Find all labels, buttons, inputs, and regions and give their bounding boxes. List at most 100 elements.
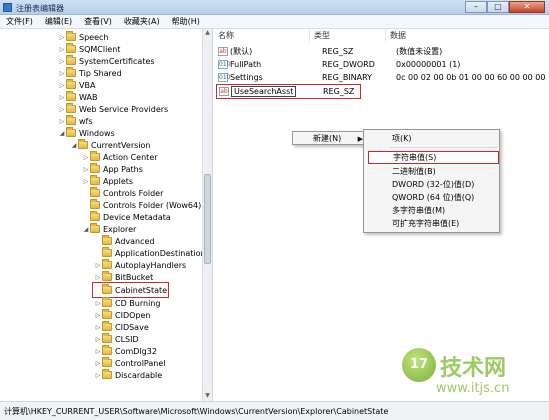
value-type-cell: REG_DWORD [322,59,375,69]
expand-arrow-icon[interactable]: ▷ [58,118,66,125]
context-menu: 新建(N) ▶ [292,131,370,145]
tree-item[interactable]: ▷ CD Burning [94,297,160,309]
minimize-button[interactable]: – [465,1,487,13]
tree-scrollbar[interactable]: ▲ ▼ [202,29,212,401]
submenu-item-multi-string-value[interactable]: 多字符串值(M) [392,205,445,217]
expand-arrow-icon[interactable]: ▷ [94,336,102,343]
expand-arrow-icon[interactable]: ▷ [94,312,102,319]
expand-arrow-icon[interactable]: ▷ [82,166,90,173]
menu-favorites[interactable]: 收藏夹(A) [118,15,166,28]
registry-tree[interactable]: ▷ Speech ▷ SQMClient ▷ SystemCertificates ▷… [0,29,213,401]
value-type-cell: REG_BINARY [322,72,373,82]
tree-item[interactable]: Device Metadata [82,211,171,223]
expand-arrow-icon[interactable]: ▷ [58,46,66,53]
tree-item-cabinetstate-selected[interactable]: CabinetState [91,282,170,298]
tree-item[interactable]: ▷ ControlPanel [94,357,166,369]
tree-item[interactable]: ▷ Tip Shared [58,67,122,79]
tree-item[interactable]: ◢ Explorer [82,223,136,235]
binary-value-icon: 010 [218,59,231,69]
tree-item[interactable]: ApplicationDestinations [94,247,210,259]
expand-arrow-icon[interactable]: ▷ [58,106,66,113]
scroll-down-icon[interactable]: ▼ [203,392,212,401]
value-row[interactable]: 010 Settings REG_BINARY 0c 00 02 00 0b 01… [214,71,549,83]
tree-item[interactable]: ▷ SQMClient [58,43,120,55]
submenu-item-qword-value[interactable]: QWORD (64 位)值(Q) [392,192,474,204]
watermark-text: 技术网 [440,356,507,381]
tree-item[interactable]: ▷ CLSID [94,333,139,345]
expand-arrow-icon[interactable]: ▷ [94,300,102,307]
expand-arrow-icon[interactable]: ▷ [82,154,90,161]
expand-arrow-icon[interactable]: ▷ [58,94,66,101]
maximize-button[interactable]: □ [487,1,509,13]
folder-open-icon [78,139,88,149]
new-value-row-highlighted[interactable]: ab UseSearchAsst REG_SZ [216,84,361,99]
expand-arrow-icon[interactable]: ▷ [94,360,102,367]
tree-item[interactable]: ▷ CIDOpen [94,309,150,321]
window-controls: – □ ✕ [465,1,545,14]
expand-arrow-icon[interactable]: ▷ [94,372,102,379]
tree-item[interactable]: ▷ wfs [58,115,93,127]
folder-icon [102,357,112,367]
expand-arrow-icon[interactable]: ▷ [82,178,90,185]
new-submenu: 项(K) 字符串值(S) 二进制值(B) DWORD (32-位)值(D) QW… [363,129,500,233]
tree-item[interactable]: ▷ Web Service Providers [58,103,168,115]
menu-separator [390,147,498,148]
submenu-item-key[interactable]: 项(K) [392,133,412,145]
folder-icon [66,31,76,41]
tree-item[interactable]: ▷ SystemCertificates [58,55,155,67]
tree-item[interactable]: ▷ BitBucket [94,271,153,283]
tree-item[interactable]: ▷ VBA [58,79,95,91]
menu-view[interactable]: 查看(V) [78,15,118,28]
value-row[interactable]: 010 FullPath REG_DWORD 0x00000001 (1) [214,58,549,70]
expand-arrow-icon[interactable]: ▷ [94,274,102,281]
tree-item[interactable]: ▷ ComDlg32 [94,345,157,357]
column-header-data[interactable]: 数据 [386,29,549,42]
expand-arrow-icon[interactable]: ▷ [94,348,102,355]
submenu-item-binary-value[interactable]: 二进制值(B) [392,166,436,178]
tree-item[interactable]: ▷ Applets [82,175,133,187]
context-menu-new[interactable]: 新建(N) [313,133,341,145]
close-button[interactable]: ✕ [509,1,545,13]
scrollbar-thumb[interactable] [204,174,211,264]
collapse-arrow-icon[interactable]: ◢ [82,226,90,233]
tree-item[interactable]: ▷ WAB [58,91,97,103]
scroll-up-icon[interactable]: ▲ [203,29,212,38]
value-name-cell: 010 Settings [218,72,263,82]
collapse-arrow-icon[interactable]: ◢ [70,142,78,149]
expand-arrow-icon[interactable]: ▷ [58,70,66,77]
tree-item[interactable]: ▷ Action Center [82,151,158,163]
column-header-name[interactable]: 名称 [214,29,310,42]
folder-icon [66,79,76,89]
expand-arrow-icon[interactable]: ▷ [58,58,66,65]
folder-icon [102,235,112,245]
tree-item[interactable]: ◢ CurrentVersion [70,139,150,151]
submenu-item-expandable-string-value[interactable]: 可扩充字符串值(E) [392,218,459,230]
tree-item[interactable]: Controls Folder (Wow64) [82,199,201,211]
tree-item[interactable]: ◢ Windows [58,127,115,139]
expand-arrow-icon[interactable]: ▷ [94,324,102,331]
folder-icon [66,43,76,53]
expand-arrow-icon[interactable]: ▷ [58,34,66,41]
column-header-type[interactable]: 类型 [310,29,386,42]
status-bar: 计算机\HKEY_CURRENT_USER\Software\Microsoft… [0,401,549,420]
submenu-item-dword-value[interactable]: DWORD (32-位)值(D) [392,179,474,191]
tree-item[interactable]: ▷ App Paths [82,163,143,175]
tree-item[interactable]: Controls Folder [82,187,163,199]
submenu-item-string-value-highlighted[interactable]: 字符串值(S) [368,151,499,164]
tree-item[interactable]: ▷ AutoplayHandlers [94,259,186,271]
menu-file[interactable]: 文件(F) [0,15,39,28]
expand-arrow-icon[interactable]: ▷ [94,262,102,269]
tree-item[interactable]: Advanced [94,235,155,247]
tree-item[interactable]: ▷ CIDSave [94,321,149,333]
tree-item[interactable]: ▷ Speech [58,31,108,43]
menu-help[interactable]: 帮助(H) [166,15,206,28]
folder-icon [102,309,112,319]
tree-item[interactable]: ▷ Discardable [94,369,162,381]
expand-arrow-icon[interactable]: ▷ [58,82,66,89]
menu-edit[interactable]: 编辑(E) [39,15,78,28]
value-row[interactable]: ab (默认) REG_SZ (数值未设置) [214,45,549,57]
value-name-cell: 010 FullPath [218,59,262,69]
rename-input[interactable]: UseSearchAsst [231,86,297,97]
collapse-arrow-icon[interactable]: ◢ [58,130,66,137]
value-data-cell: 0x00000001 (1) [396,59,461,69]
